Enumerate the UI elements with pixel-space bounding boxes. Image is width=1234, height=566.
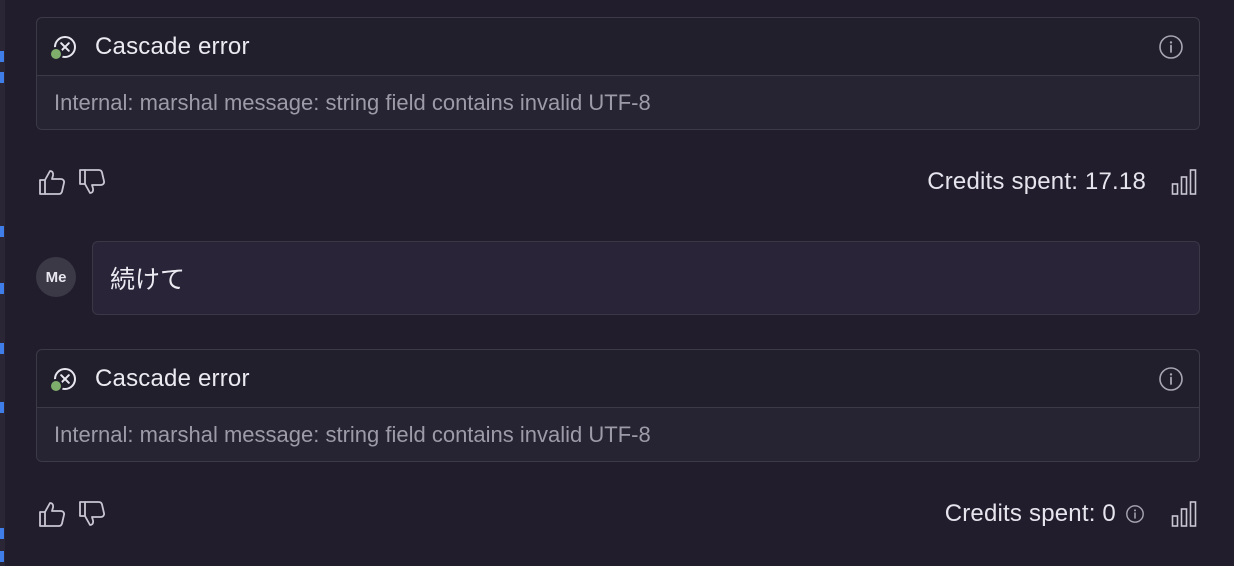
avatar: Me bbox=[36, 257, 76, 297]
gutter-marker bbox=[0, 51, 4, 62]
gutter-marker bbox=[0, 402, 4, 413]
thumbs-up-icon[interactable] bbox=[36, 166, 68, 198]
error-card-header: Cascade error bbox=[37, 18, 1199, 76]
error-card: Cascade error Internal: marshal message:… bbox=[36, 17, 1200, 130]
status-dot bbox=[49, 378, 63, 393]
bar-chart-icon[interactable] bbox=[1168, 498, 1200, 530]
user-message-bubble[interactable]: 続けて bbox=[92, 241, 1200, 315]
thumbs-down-icon[interactable] bbox=[76, 166, 108, 198]
gutter-marker bbox=[0, 528, 4, 539]
error-title: Cascade error bbox=[95, 364, 250, 392]
gutter-marker bbox=[0, 226, 4, 237]
editor-gutter bbox=[0, 0, 5, 566]
bar-chart-icon[interactable] bbox=[1168, 166, 1200, 198]
feedback-row: Credits spent: 0 bbox=[36, 496, 1200, 532]
error-detail: Internal: marshal message: string field … bbox=[37, 408, 1199, 461]
gutter-marker bbox=[0, 283, 4, 294]
error-card-header: Cascade error bbox=[37, 350, 1199, 408]
error-title: Cascade error bbox=[95, 32, 250, 60]
info-icon[interactable] bbox=[1124, 503, 1146, 525]
credits-spent: Credits spent: 17.18 bbox=[927, 168, 1146, 195]
error-card: Cascade error Internal: marshal message:… bbox=[36, 349, 1200, 462]
status-dot bbox=[49, 46, 63, 61]
gutter-marker bbox=[0, 343, 4, 354]
gutter-marker bbox=[0, 72, 4, 83]
user-message: Me 続けて bbox=[36, 241, 1200, 315]
error-detail: Internal: marshal message: string field … bbox=[37, 76, 1199, 129]
error-circle-x-icon bbox=[49, 367, 77, 393]
thumbs-up-icon[interactable] bbox=[36, 498, 68, 530]
credits-spent: Credits spent: 0 bbox=[944, 500, 1116, 527]
chat-panel: Cascade error Internal: marshal message:… bbox=[0, 0, 1234, 566]
error-circle-x-icon bbox=[49, 35, 77, 61]
info-icon[interactable] bbox=[1157, 365, 1185, 393]
info-icon[interactable] bbox=[1157, 33, 1185, 61]
gutter-marker bbox=[0, 551, 4, 562]
feedback-row: Credits spent: 17.18 bbox=[36, 164, 1200, 200]
thumbs-down-icon[interactable] bbox=[76, 498, 108, 530]
